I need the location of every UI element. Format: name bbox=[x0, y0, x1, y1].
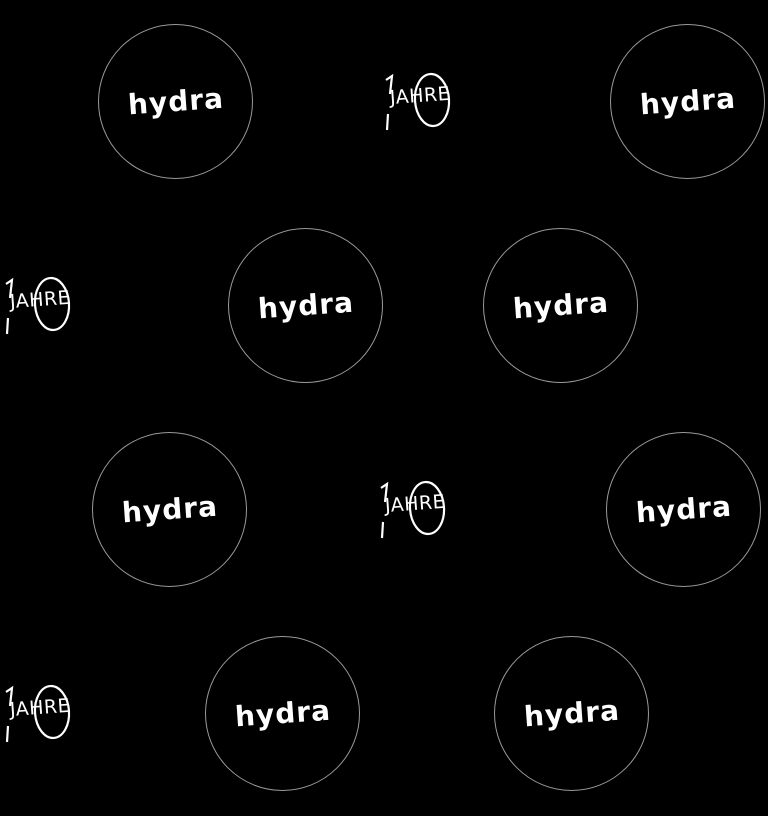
hydra-logo-text: hydra bbox=[126, 81, 225, 121]
hydra-logo-badge: hydra bbox=[606, 432, 761, 587]
hydra-logo-text: hydra bbox=[638, 81, 737, 121]
ten-years-logo: JAHRE bbox=[373, 474, 473, 544]
ten-years-logo: JAHRE bbox=[0, 270, 98, 340]
hydra-logo-badge: hydra bbox=[205, 636, 360, 791]
hydra-logo-text: hydra bbox=[511, 285, 610, 325]
hydra-logo-text: hydra bbox=[522, 693, 621, 733]
hydra-logo-badge: hydra bbox=[98, 24, 253, 179]
hydra-logo-text: hydra bbox=[634, 489, 733, 529]
hydra-logo-badge: hydra bbox=[228, 228, 383, 383]
pattern-background: hydra JAHRE hydra JAHRE hydra hydra hydr… bbox=[0, 0, 768, 816]
hydra-logo-text: hydra bbox=[233, 693, 332, 733]
ten-years-word: JAHRE bbox=[9, 694, 71, 721]
hydra-logo-text: hydra bbox=[120, 489, 219, 529]
hydra-logo-text: hydra bbox=[256, 285, 355, 325]
ten-years-word: JAHRE bbox=[389, 82, 451, 109]
ten-years-word: JAHRE bbox=[384, 490, 446, 517]
hydra-logo-badge: hydra bbox=[92, 432, 247, 587]
hydra-logo-badge: hydra bbox=[494, 636, 649, 791]
ten-years-logo: JAHRE bbox=[378, 66, 478, 136]
hydra-logo-badge: hydra bbox=[483, 228, 638, 383]
ten-years-logo: JAHRE bbox=[0, 678, 98, 748]
hydra-logo-badge: hydra bbox=[610, 24, 765, 179]
ten-years-word: JAHRE bbox=[9, 286, 71, 313]
